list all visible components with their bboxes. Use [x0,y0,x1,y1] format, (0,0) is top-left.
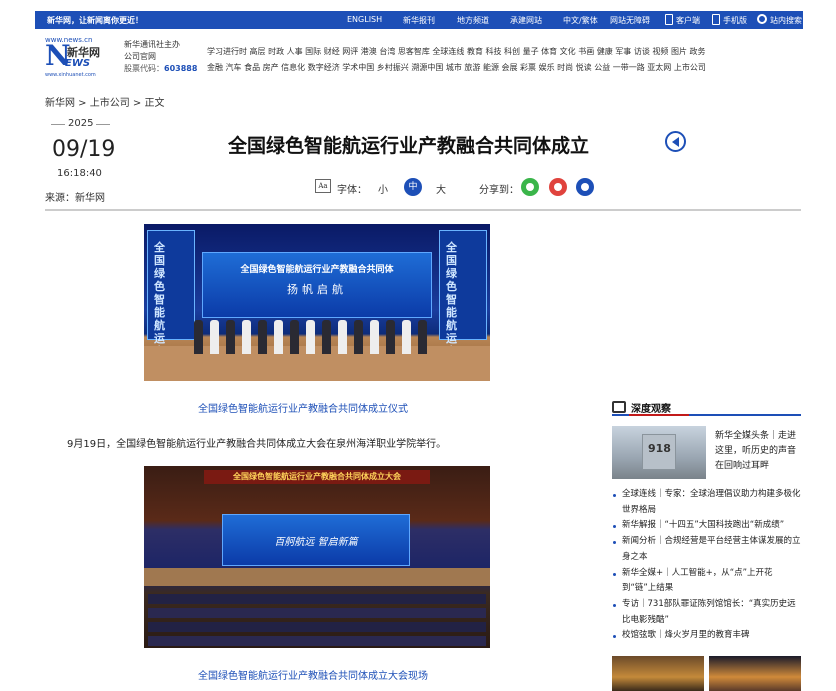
wechat-share-icon[interactable] [521,178,539,196]
font-mid-button[interactable]: 中 [404,178,422,196]
audience-row [148,622,486,632]
conference-photo[interactable]: 全国绿色智能航运行业产教融合共同体成立大会 百舸航远 智启新篇 [144,466,490,648]
person [194,320,203,354]
page-title: 全国绿色智能航运行业产教融合共同体成立 [228,135,590,157]
person [258,320,267,354]
nav-client[interactable]: 客户端 [676,15,700,26]
person [290,320,299,354]
channel-row-1[interactable]: 学习进行时 高层 时政 人事 国际 财经 网评 港澳 台湾 思客智库 全球连线 … [207,44,807,60]
stock-code[interactable]: 603888 [164,64,197,73]
person [402,320,411,354]
font-size-icon: Aa [315,179,331,193]
ceremony-photo[interactable]: 全国绿色智能航运产教融合共同体扬帆启航 全国绿色智能航运产教融合共同体扬帆启航 … [144,224,490,381]
list-item[interactable]: 全球连线｜专家：全球治理倡议助力构建多极化世界格局 [612,487,802,518]
hall-screen-text: 百舸航远 智启新篇 [274,537,358,548]
title-divider [45,209,801,211]
screen-title: 全国绿色智能航运行业产教融合共同体 [240,265,394,275]
screen-sub: 扬帆启航 [287,283,347,296]
feature-headline[interactable]: 新华全媒头条｜走进这里，听历史的声音在回响过耳畔 [715,429,801,474]
person [370,320,379,354]
person [338,320,347,354]
nav-english[interactable]: ENGLISH [347,15,382,24]
image-caption-2: 全国绿色智能航运行业产教融合共同体成立大会现场 [198,671,428,682]
hall-banner: 全国绿色智能航运行业产教融合共同体成立大会 [204,470,430,484]
corp-line2: 公司官网 [124,52,156,61]
font-small-button[interactable]: 小 [378,181,388,196]
heading-underline [629,414,689,416]
site-header: www.news.cn N 新华网 EWS www.xinhuanet.com … [45,36,805,80]
person [322,320,331,354]
nav-newspapers[interactable]: 新华报刊 [403,15,435,26]
nav-accessibility[interactable]: 网站无障碍 [610,15,650,26]
sidebar-news-list: 全球连线｜专家：全球治理倡议助力构建多极化世界格局 新华解报｜“十四五”大国科技… [612,487,802,644]
nav-built-sites[interactable]: 承建网站 [510,15,542,26]
list-item[interactable]: 新华全媒+｜人工智能+，从“点”上开花到“链”上结果 [612,566,802,597]
channel-nav[interactable]: 学习进行时 高层 时政 人事 国际 财经 网评 港澳 台湾 思客智库 全球连线 … [207,44,807,76]
person [242,320,251,354]
hall-screen: 百舸航远 智启新篇 [222,514,410,566]
speaker-icon[interactable] [665,131,686,152]
audience-row [148,608,486,618]
person [210,320,219,354]
book-icon [612,401,626,413]
sidebar-heading-text[interactable]: 深度观察 [631,400,671,415]
year-line-right [96,124,110,125]
search-icon[interactable] [757,14,767,24]
image-caption-1: 全国绿色智能航运行业产教融合共同体成立仪式 [198,404,408,415]
bottom-thumb-2[interactable] [709,656,801,691]
logo-sub: www.xinhuanet.com [45,72,96,78]
client-icon [665,14,673,25]
font-label: 字体： [337,185,367,196]
sidebar-heading: 深度观察 [612,400,801,416]
corp-line1: 新华通讯社主办 [124,40,180,49]
list-item[interactable]: 校馆弦歌｜烽火岁月里的教育丰碑 [612,628,802,644]
audience-row [148,594,486,604]
bottom-thumb-1[interactable] [612,656,704,691]
breadcrumb[interactable]: 新华网 > 上市公司 > 正文 [45,94,164,109]
article-time: 16:18:40 [57,168,102,179]
article-source: 来源：新华网 [45,193,105,204]
feature-photo[interactable]: 918 [612,426,706,479]
channel-row-2[interactable]: 金融 汽车 食品 房产 信息化 数字经济 学术中国 乡村振兴 溯源中国 城市 旅… [207,60,807,76]
mobile-icon [712,14,720,25]
font-big-button[interactable]: 大 [436,181,446,196]
article-date: 09/19 [52,137,116,162]
qq-share-icon[interactable] [576,178,594,196]
list-item[interactable]: 专访｜731部队罪证陈列馆馆长：“真实历史远比电影残酷” [612,597,802,628]
article-year: 2025 [68,118,94,129]
weibo-share-icon[interactable] [549,178,567,196]
person [418,320,427,354]
person [306,320,315,354]
article-paragraph: 9月19日，全国绿色智能航运行业产教融合共同体成立大会在泉州海洋职业学院举行。 [67,439,447,450]
nav-local-channels[interactable]: 地方频道 [457,15,489,26]
xinhua-logo[interactable]: www.news.cn N 新华网 EWS www.xinhuanet.com [45,36,117,80]
corp-info: 新华通讯社主办 公司官网 股票代码：603888 [124,39,197,75]
list-item[interactable]: 新华解报｜“十四五”大国科技跑出“新成绩” [612,518,802,534]
top-bar: 新华网，让新闻离你更近！ ENGLISH 新华报刊 地方频道 承建网站 中文/繁… [35,11,803,29]
feature-photo-text: 918 [648,442,671,455]
person [226,320,235,354]
nav-mobile[interactable]: 手机版 [723,15,747,26]
share-label: 分享到： [479,185,519,196]
person [354,320,363,354]
person [386,320,395,354]
logo-ews: EWS [65,58,91,69]
person [274,320,283,354]
left-pillar-banner: 全国绿色智能航运产教融合共同体扬帆启航 [147,230,195,381]
nav-traditional[interactable]: 中文/繁体 [563,15,598,26]
right-pillar-banner: 全国绿色智能航运产教融合共同体扬帆启航 [439,230,487,381]
hall-stage [144,568,490,586]
nav-site-search[interactable]: 站内搜索 [770,15,802,26]
year-line-left [51,124,65,125]
site-slogan: 新华网，让新闻离你更近！ [47,16,143,25]
stage-screen: 全国绿色智能航运行业产教融合共同体 扬帆启航 [202,252,432,318]
list-item[interactable]: 新闻分析｜合规经营是平台经营主体谋发展的立身之本 [612,534,802,565]
audience-row [148,636,486,646]
stock-code-label: 股票代码： [124,64,164,73]
